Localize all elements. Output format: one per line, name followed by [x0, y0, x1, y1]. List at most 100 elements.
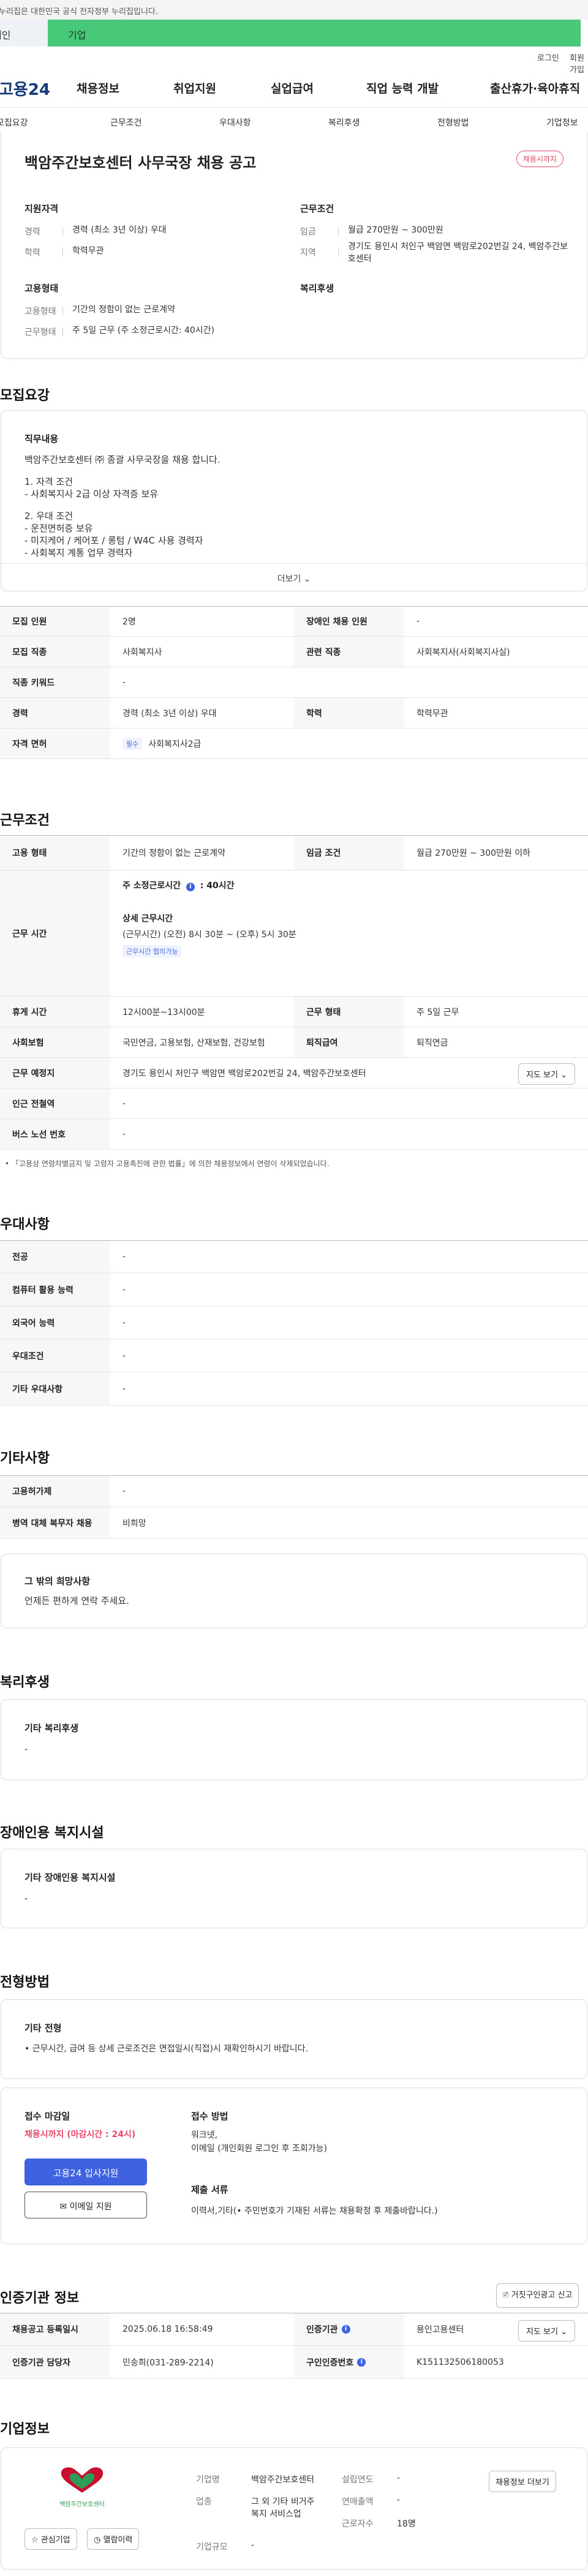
row-value: 민송희(031-289-2214): [123, 2357, 214, 2368]
apply-button[interactable]: 고용24 입사지원: [24, 2159, 147, 2185]
row-key: 모집 직종: [0, 637, 110, 667]
nav-job-info[interactable]: 채용정보: [77, 80, 119, 96]
divider: [62, 328, 63, 336]
row-key: 직종 키워드: [0, 667, 110, 697]
table-row: 인근 전철역 -: [0, 1088, 588, 1119]
anchor-recruit[interactable]: 모집요강: [0, 116, 28, 129]
history-button[interactable]: ◷ 열람이력: [87, 2528, 140, 2550]
info-icon[interactable]: i: [186, 883, 195, 891]
nav-parental-leave[interactable]: 출산휴가·육아휴직: [490, 80, 580, 96]
row-key: 임금 조건: [294, 836, 404, 870]
method-heading: 접수 방법: [191, 2111, 228, 2122]
age-note: • 「고용상 연령차별금지 및 고령자 고용촉진에 관한 법률」에 의한 채용정…: [5, 1159, 330, 1168]
favorite-label: 관심기업: [40, 2536, 70, 2545]
divider: [338, 227, 339, 236]
row-value: 퇴직연금: [417, 1038, 448, 1048]
row-key: 컴퓨터 활용 능력: [0, 1273, 110, 1306]
anchor-preferences[interactable]: 우대사항: [219, 116, 251, 129]
divider: [62, 248, 63, 256]
row-value: -: [417, 616, 420, 626]
detail-hours-value: (근무시간) (오전) 8시 30분 ~ (오후) 5시 30분: [123, 930, 296, 940]
row-value: 학력무관: [417, 708, 448, 719]
mail-icon: ✉: [59, 2202, 67, 2212]
login-link[interactable]: 로그인: [537, 51, 559, 63]
employees-value: 18명: [397, 2519, 416, 2529]
divider: [338, 248, 339, 256]
table-row: 전공 -: [0, 1240, 588, 1273]
row-key: 근무 시간: [0, 871, 110, 996]
method-value-2: 이메일 (개인회원 로그인 후 조회가능): [191, 2144, 327, 2154]
disabled-text: -: [24, 1893, 28, 1904]
deadline-value: 채용시까지 (마감시간 : 24시): [24, 2130, 136, 2140]
info-icon[interactable]: i: [357, 2357, 366, 2367]
anchor-company[interactable]: 기업정보: [546, 116, 578, 129]
section-title-preferences: 우대사항: [0, 1217, 50, 1232]
agency-map-button[interactable]: 지도 보기 ⌄: [518, 2320, 576, 2342]
anchor-conditions[interactable]: 근무조건: [110, 116, 142, 129]
chevron-down-icon: ⌄: [303, 574, 311, 584]
more-button[interactable]: 더보기 ⌄: [0, 563, 588, 591]
selection-text: • 근무시간, 급여 등 상세 근로조건은 면접일시(직접)시 재확인하시기 바…: [24, 2044, 308, 2054]
duty-line: 2. 우대 조건: [24, 511, 74, 522]
site-logo[interactable]: 고용24: [0, 77, 50, 100]
info-icon[interactable]: i: [341, 2325, 350, 2334]
row-key: 휴게 시간: [0, 997, 110, 1027]
founded-key: 설립연도: [342, 2475, 374, 2485]
row-value: 사회복지사: [123, 647, 162, 657]
table-row: 컴퓨터 활용 능력 -: [0, 1273, 588, 1306]
row-key: 인증기관 담당자: [0, 2346, 110, 2378]
row-key: 근무 예정지: [0, 1058, 110, 1088]
row-value: 2명: [123, 617, 136, 627]
table-row: 휴게 시간 12시00분~13시00분 근무 형태 주 5일 근무: [0, 997, 588, 1027]
wish-box: [1, 1554, 587, 1628]
duty-line: - 운전면허증 보유: [24, 523, 93, 534]
map-button-label: 지도 보기: [526, 2327, 558, 2337]
qual-career-value: 경력 (최소 3년 이상) 우대: [72, 225, 167, 235]
cond-region-value: 경기도 용인시 처인구 백암면 백암로202번길 24, 백암주간보호센터: [348, 242, 568, 264]
table-row: 모집 직종 사회복지사 관련 직종 사회복지사(사회복지사실): [0, 637, 588, 667]
section-title-company: 기업정보: [0, 2422, 50, 2437]
row-key: 퇴직급여: [294, 1027, 404, 1057]
email-apply-button[interactable]: ✉ 이메일 지원: [24, 2192, 147, 2218]
section-title-selection: 전형방법: [0, 1975, 50, 1990]
nav-unemployment-benefit[interactable]: 실업급여: [271, 80, 314, 96]
row-key: 기타 우대사항: [0, 1372, 110, 1405]
heart-logo-icon: [61, 2467, 104, 2493]
row-key: 외국어 능력: [0, 1306, 110, 1339]
table-row: 근무 시간 주 소정근로시간 i : 40시간 상세 근무시간 (근무시간) (…: [0, 871, 588, 997]
report-button[interactable]: 🗈 거짓구인광고 신고: [496, 2283, 579, 2308]
anchor-selection[interactable]: 전형방법: [437, 116, 469, 129]
weekly-hours-number: 40시간: [206, 881, 235, 891]
welfare-heading: 복리후생: [300, 283, 334, 294]
employees-key: 근로자수: [342, 2519, 374, 2529]
tab-company[interactable]: 기업: [48, 20, 581, 47]
row-key: 학력: [294, 698, 404, 728]
tab-individual[interactable]: 개인: [0, 20, 11, 47]
welfare-box: [1, 1699, 587, 1780]
favorite-company-button[interactable]: ☆ 관심기업: [24, 2528, 77, 2550]
cond-heading: 근무조건: [300, 203, 334, 214]
emp-shift-key: 근무형태: [24, 328, 56, 337]
disabled-box: [1, 1849, 587, 1928]
row-value: 사회복지사(사회복지사실): [417, 647, 510, 657]
nav-vocational-training[interactable]: 직업 능력 개발: [366, 80, 439, 96]
disabled-heading: 기타 장애인용 복지시설: [24, 1872, 116, 1883]
chevron-down-icon: ⌄: [560, 1071, 568, 1080]
emp-type-key: 고용형태: [24, 307, 56, 316]
method-value-1: 워크넷,: [191, 2130, 218, 2140]
history-label: 열람이력: [103, 2536, 133, 2545]
main-nav: 고용24 채용정보 취업지원 실업급여 직업 능력 개발 출산휴가·육아휴직: [0, 64, 588, 108]
table-row: 근무 예정지 경기도 용인시 처인구 백암면 백암로202번길 24, 백암주간…: [0, 1058, 588, 1088]
map-button[interactable]: 지도 보기 ⌄: [518, 1063, 576, 1085]
nav-employment-support[interactable]: 취업지원: [173, 80, 216, 96]
company-jobs-button[interactable]: 채용정보 더보기: [489, 2471, 556, 2492]
company-logo-text: 백암주간보호센터: [59, 2501, 105, 2508]
row-key: 채용공고 등록일시: [0, 2313, 110, 2345]
agency-label: 인증기관: [306, 2325, 338, 2335]
row-value: 12시00분~13시00분: [123, 1007, 205, 1017]
qual-edu-key: 학력: [24, 248, 40, 258]
anchor-welfare[interactable]: 복리후생: [328, 116, 360, 129]
scale-value: -: [251, 2540, 255, 2550]
row-value: 국민연금, 고용보험, 산재보험, 건강보험: [123, 1038, 265, 1048]
section-title-welfare: 복리후생: [0, 1675, 50, 1690]
